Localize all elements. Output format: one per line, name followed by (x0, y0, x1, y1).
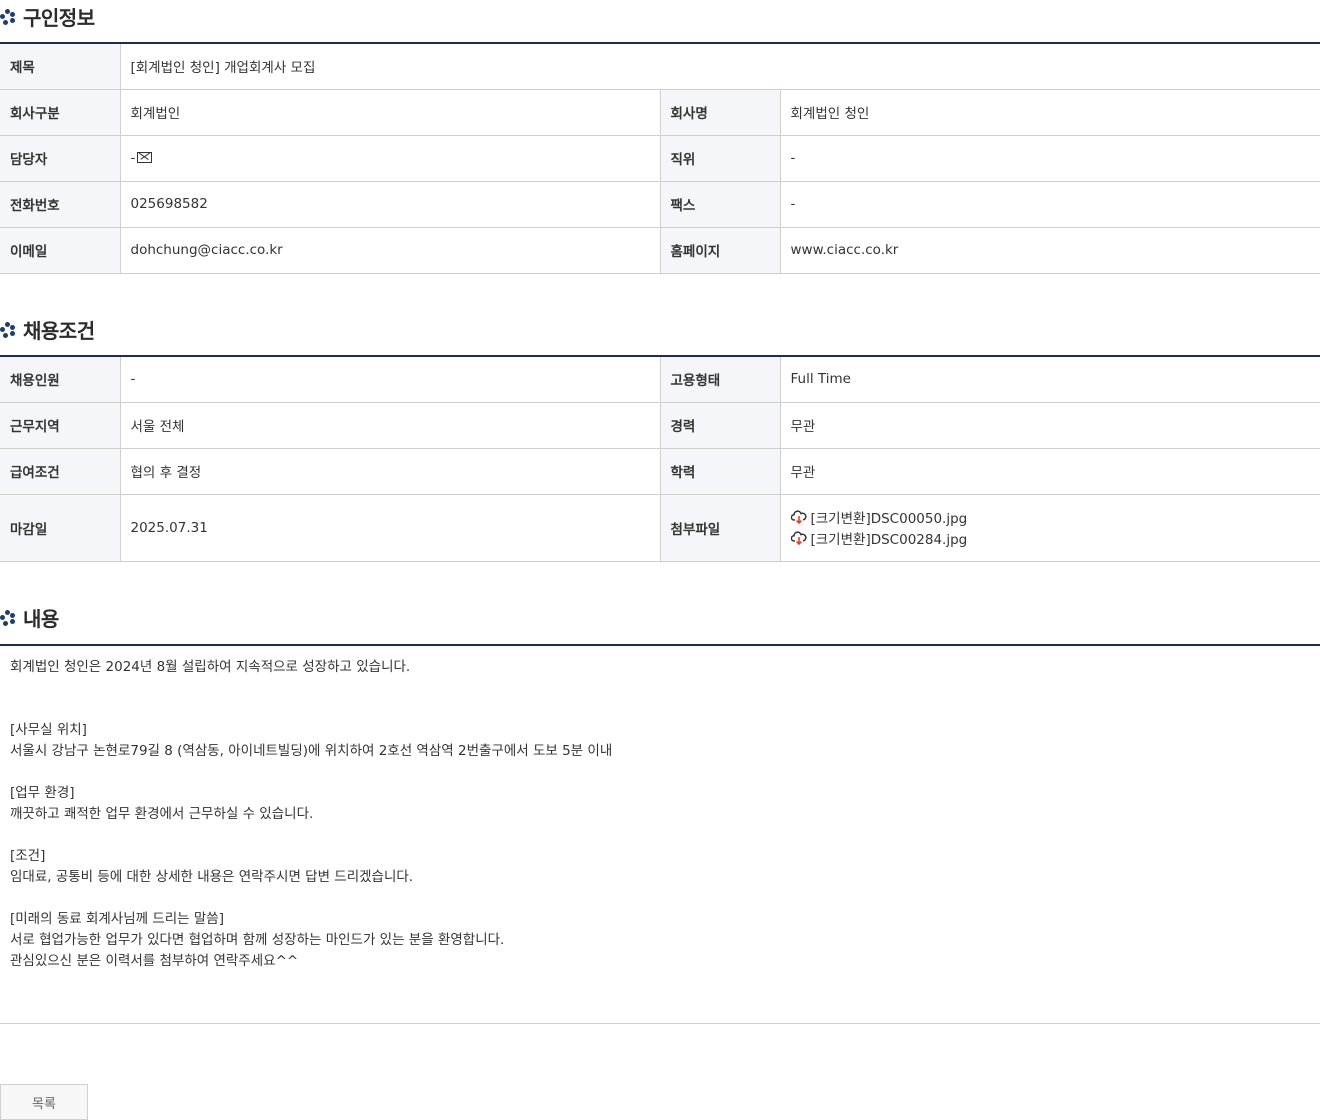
section-title-job-info: 구인정보 (0, 0, 95, 32)
conditions-table: 채용인원 - 고용형태 Full Time 근무지역 서울 전체 경력 무관 급… (0, 355, 1320, 562)
value-experience: 무관 (780, 402, 1320, 449)
value-homepage: www.ciacc.co.kr (780, 227, 1320, 274)
content-line: 서울시 강남구 논현로79길 8 (역삼동, 아이네트빌딩)에 위치하여 2호선… (10, 743, 613, 759)
mail-icon[interactable] (137, 152, 153, 163)
value-position: - (780, 135, 1320, 182)
value-deadline: 2025.07.31 (120, 494, 661, 562)
content-line (10, 699, 1310, 720)
table-row: 회사구분 회계법인 회사명 회계법인 청인 (0, 89, 1320, 136)
value-fax: - (780, 181, 1320, 228)
value-subject: [회계법인 청인] 개업회계사 모집 (120, 43, 1320, 90)
cloud-download-icon (790, 531, 807, 545)
section-heading: 구인정보 (23, 5, 95, 30)
value-phone: 025698582 (120, 181, 661, 228)
table-row: 이메일 dohchung@ciacc.co.kr 홈페이지 www.ciacc.… (0, 227, 1320, 274)
value-employment-type: Full Time (780, 356, 1320, 403)
label-subject: 제목 (0, 43, 121, 90)
dots-icon (0, 609, 17, 626)
label-employment-type: 고용형태 (660, 356, 781, 403)
value-email: dohchung@ciacc.co.kr (120, 227, 661, 274)
attachment-link[interactable]: [크기변환]DSC00284.jpg (790, 528, 1311, 549)
label-attachments: 첨부파일 (660, 494, 781, 562)
value-headcount: - (120, 356, 661, 403)
table-row: 채용인원 - 고용형태 Full Time (0, 356, 1320, 403)
label-experience: 경력 (660, 402, 781, 449)
label-headcount: 채용인원 (0, 356, 121, 403)
label-phone: 전화번호 (0, 181, 121, 228)
job-info-table: 제목 [회계법인 청인] 개업회계사 모집 회사구분 회계법인 회사명 회계법인… (0, 42, 1320, 274)
table-row: 전화번호 025698582 팩스 - (0, 181, 1320, 228)
label-deadline: 마감일 (0, 494, 121, 562)
value-company-type: 회계법인 (120, 89, 661, 136)
attachments-cell: [크기변환]DSC00050.jpg [크기변환]DSC00284.jpg (780, 494, 1320, 562)
value-contact: - (130, 150, 136, 166)
list-button[interactable]: 목록 (0, 1084, 88, 1120)
content-line: 회계법인 청인은 2024년 8월 설립하여 지속적으로 성장하고 있습니다. (10, 659, 411, 675)
section-heading: 채용조건 (23, 318, 95, 343)
content-line (10, 888, 1310, 909)
table-row: 제목 [회계법인 청인] 개업회계사 모집 (0, 43, 1320, 90)
label-fax: 팩스 (660, 181, 781, 228)
label-salary: 급여조건 (0, 448, 121, 495)
label-email: 이메일 (0, 227, 121, 274)
label-position: 직위 (660, 135, 781, 182)
section-heading: 내용 (23, 606, 59, 631)
table-row: 담당자 - 직위 - (0, 135, 1320, 182)
content-line: 깨끗하고 쾌적한 업무 환경에서 근무하실 수 있습니다. (10, 806, 314, 822)
table-row: 근무지역 서울 전체 경력 무관 (0, 402, 1320, 449)
content-line: 관심있으신 분은 이력서를 첨부하여 연락주세요^^ (10, 953, 299, 969)
dots-icon (0, 8, 17, 25)
value-salary: 협의 후 결정 (120, 448, 661, 495)
cloud-download-icon (790, 510, 807, 524)
content-line: [조건] (10, 848, 46, 864)
table-row: 마감일 2025.07.31 첨부파일 [크기변환]DSC00050.jpg [… (0, 494, 1320, 562)
label-company-name: 회사명 (660, 89, 781, 136)
value-company-name: 회계법인 청인 (780, 89, 1320, 136)
label-contact: 담당자 (0, 135, 121, 182)
content-line (10, 762, 1310, 783)
dots-icon (0, 321, 17, 338)
content-line: [사무실 위치] (10, 722, 87, 738)
label-homepage: 홈페이지 (660, 227, 781, 274)
content-body: 회계법인 청인은 2024년 8월 설립하여 지속적으로 성장하고 있습니다. … (0, 644, 1320, 1024)
content-line: [미래의 동료 회계사님께 드리는 말씀] (10, 911, 224, 927)
value-education: 무관 (780, 448, 1320, 495)
label-work-area: 근무지역 (0, 402, 121, 449)
value-contact-cell: - (120, 135, 661, 182)
attachment-link[interactable]: [크기변환]DSC00050.jpg (790, 507, 1311, 528)
content-line (10, 825, 1310, 846)
content-line (10, 678, 1310, 699)
section-title-conditions: 채용조건 (0, 313, 95, 345)
value-work-area: 서울 전체 (120, 402, 661, 449)
attachment-filename: [크기변환]DSC00284.jpg (810, 532, 968, 548)
attachment-filename: [크기변환]DSC00050.jpg (810, 511, 968, 527)
content-line: [업무 환경] (10, 785, 75, 801)
content-line: 서로 협업가능한 업무가 있다면 협업하며 함께 성장하는 마인드가 있는 분을… (10, 932, 505, 948)
table-row: 급여조건 협의 후 결정 학력 무관 (0, 448, 1320, 495)
label-company-type: 회사구분 (0, 89, 121, 136)
label-education: 학력 (660, 448, 781, 495)
content-line: 임대료, 공통비 등에 대한 상세한 내용은 연락주시면 답변 드리겠습니다. (10, 869, 414, 885)
section-title-content: 내용 (0, 601, 59, 633)
